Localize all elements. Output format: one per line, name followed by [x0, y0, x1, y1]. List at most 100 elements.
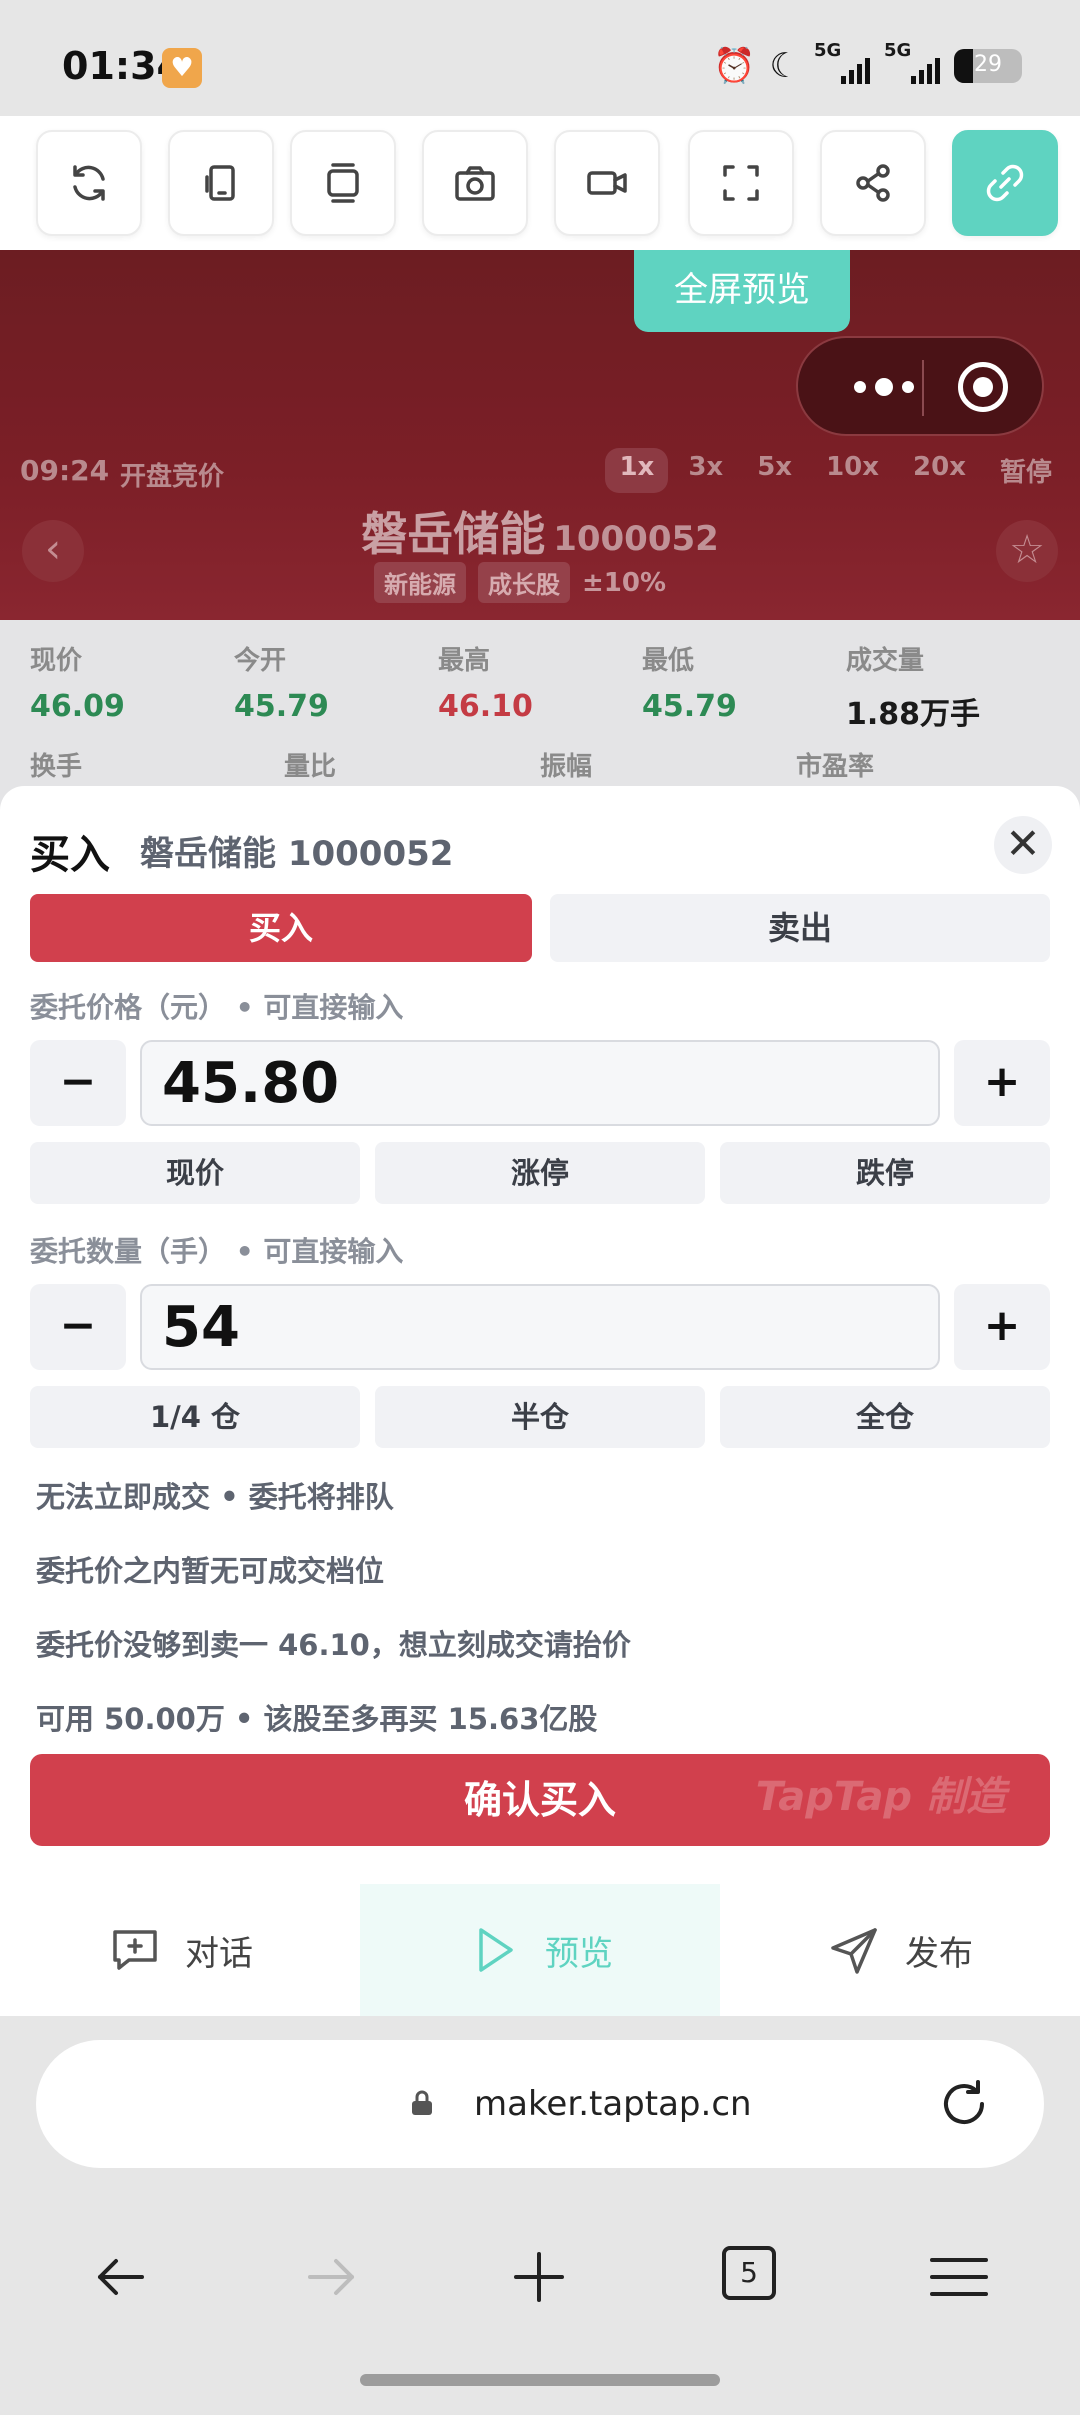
- fullscreen-icon: [723, 165, 759, 201]
- more-icon[interactable]: [834, 372, 934, 402]
- star-icon: ☆: [1009, 527, 1045, 573]
- tab-publish-label: 发布: [905, 1933, 973, 1974]
- new-tab-icon[interactable]: [504, 2242, 574, 2312]
- quantity-input[interactable]: 54: [140, 1284, 940, 1370]
- tab-publish[interactable]: 发布: [720, 1884, 1080, 2016]
- reload-icon[interactable]: [934, 2074, 994, 2134]
- share-button[interactable]: [820, 130, 926, 236]
- fullscreen-preview-button[interactable]: 全屏预览: [634, 250, 850, 332]
- tab-sell[interactable]: 卖出: [550, 894, 1050, 962]
- sheet-subtitle: 磐岳储能 1000052: [140, 834, 454, 874]
- lock-icon: [412, 2090, 432, 2115]
- tab-preview[interactable]: 预览: [360, 1884, 720, 2016]
- close-icon: ✕: [1005, 819, 1041, 868]
- quantity-decrease-button[interactable]: −: [30, 1284, 126, 1370]
- link-button[interactable]: [952, 130, 1058, 236]
- quote-volume: 成交量 1.88万手: [846, 646, 981, 732]
- quote-low: 最低 45.79: [642, 646, 737, 724]
- price-limit-up-button[interactable]: 涨停: [375, 1142, 705, 1204]
- home-indicator: [360, 2374, 720, 2386]
- price-decrease-button[interactable]: −: [30, 1040, 126, 1126]
- tab-preview-label: 预览: [545, 1933, 613, 1974]
- layers-icon: [327, 163, 359, 203]
- quantity-label: 委托数量（手） • 可直接输入: [30, 1235, 404, 1268]
- stock-title: 磐岳储能 1000052: [0, 498, 1080, 564]
- stock-code: 1000052: [553, 519, 719, 559]
- taptap-watermark: TapTap 制造: [755, 1774, 1006, 1820]
- address-bar[interactable]: maker.taptap.cn: [36, 2040, 1044, 2168]
- sheet-title: 买入: [30, 832, 110, 878]
- order-info-line: 委托价之内暂无可成交档位: [36, 1554, 385, 1588]
- stock-name: 磐岳储能: [361, 507, 546, 561]
- phase-time: 09:24: [20, 454, 110, 487]
- tab-count-button[interactable]: 5: [722, 2246, 776, 2300]
- fullscreen-button[interactable]: [688, 130, 794, 236]
- speed-1x[interactable]: 1x: [605, 448, 669, 493]
- speed-5x[interactable]: 5x: [743, 448, 806, 493]
- price-limit-down-button[interactable]: 跌停: [720, 1142, 1050, 1204]
- tag-style: 成长股: [477, 562, 570, 603]
- link-icon: [986, 164, 1024, 202]
- send-icon: [831, 1928, 877, 1974]
- signal-icon: 5G: [884, 40, 940, 86]
- qty-quarter-button[interactable]: 1/4 仓: [30, 1386, 360, 1448]
- video-icon: [587, 171, 627, 195]
- quote-high: 最高 46.10: [438, 646, 533, 724]
- order-info-line: 可用 50.00万 • 该股至多再买 15.63亿股: [36, 1702, 598, 1736]
- preview-toolbar: [0, 116, 1080, 250]
- close-target-icon[interactable]: [958, 362, 1008, 412]
- stock-tags: 新能源 成长股 ±10%: [0, 562, 1080, 603]
- tab-buy[interactable]: 买入: [30, 894, 532, 962]
- quote-amplitude-label: 振幅: [540, 752, 593, 782]
- back-arrow-icon[interactable]: [86, 2242, 156, 2312]
- app-notification-icon: ♥: [162, 48, 202, 88]
- speed-20x[interactable]: 20x: [899, 448, 980, 493]
- tag-sector: 新能源: [373, 562, 466, 603]
- status-icons: ⏰ ☾ 5G 5G 29: [713, 40, 1022, 88]
- camera-icon: [455, 166, 495, 201]
- order-sheet: 买入 磐岳储能 1000052 ✕ 买入 卖出 委托价格（元） • 可直接输入 …: [0, 786, 1080, 1884]
- battery-icon: 29: [954, 49, 1022, 83]
- play-icon: [479, 1928, 513, 1972]
- phase-label: 开盘竞价: [120, 462, 225, 492]
- speed-10x[interactable]: 10x: [812, 448, 893, 493]
- order-info-line: 无法立即成交 • 委托将排队: [36, 1480, 394, 1514]
- record-button[interactable]: [554, 130, 660, 236]
- favorite-button[interactable]: ☆: [996, 520, 1058, 582]
- screenshot-button[interactable]: [422, 130, 528, 236]
- pause-button[interactable]: 暂停: [986, 448, 1066, 493]
- close-button[interactable]: ✕: [994, 816, 1052, 874]
- quantity-increase-button[interactable]: +: [954, 1284, 1050, 1370]
- speed-3x[interactable]: 3x: [674, 448, 737, 493]
- quote-volume-ratio-label: 量比: [284, 752, 337, 782]
- price-limit: ±10%: [581, 567, 667, 598]
- status-bar: 01:34 ♥ ⏰ ☾ 5G 5G 29: [0, 0, 1080, 116]
- qty-full-button[interactable]: 全仓: [720, 1386, 1050, 1448]
- tab-chat-label: 对话: [185, 1933, 253, 1974]
- url-text: maker.taptap.cn: [474, 2084, 752, 2124]
- layers-button[interactable]: [290, 130, 396, 236]
- alarm-icon: ⏰: [713, 46, 756, 86]
- rotate-button[interactable]: [168, 130, 274, 236]
- mini-program-capsule: [796, 336, 1044, 436]
- price-current-button[interactable]: 现价: [30, 1142, 360, 1204]
- chat-plus-icon: [113, 1930, 157, 1970]
- quote-open: 今开 45.79: [234, 646, 329, 724]
- browser-address-area: maker.taptap.cn: [0, 2016, 1080, 2216]
- share-icon: [856, 164, 890, 202]
- rotate-icon: [205, 165, 235, 201]
- qty-half-button[interactable]: 半仓: [375, 1386, 705, 1448]
- menu-icon[interactable]: [924, 2242, 994, 2312]
- price-increase-button[interactable]: +: [954, 1040, 1050, 1126]
- moon-icon: ☾: [769, 46, 800, 86]
- order-info-line: 委托价没够到卖一 46.10，想立刻成交请抬价: [36, 1628, 631, 1662]
- tab-chat[interactable]: 对话: [0, 1884, 360, 2016]
- forward-arrow-icon[interactable]: [296, 2242, 366, 2312]
- refresh-icon: [73, 165, 105, 201]
- price-input[interactable]: 45.80: [140, 1040, 940, 1126]
- browser-nav: 5: [0, 2216, 1080, 2415]
- bottom-tabs: 对话 预览 发布: [0, 1884, 1080, 2016]
- refresh-button[interactable]: [36, 130, 142, 236]
- speed-controls: 1x 3x 5x 10x 20x 暂停: [605, 448, 1066, 493]
- quote-pe-label: 市盈率: [796, 752, 875, 782]
